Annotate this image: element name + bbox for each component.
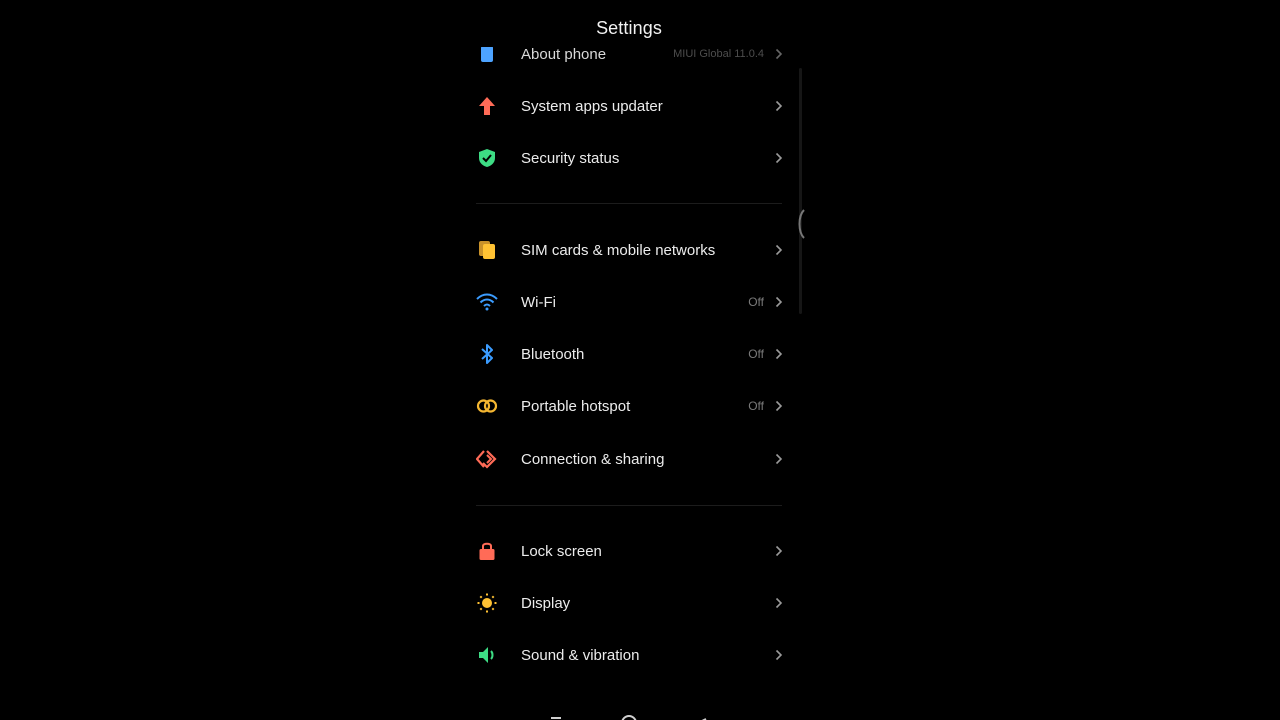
settings-item-label: Portable hotspot bbox=[521, 397, 631, 415]
section-divider bbox=[476, 203, 782, 204]
settings-item-label: Wi-Fi bbox=[521, 293, 556, 311]
settings-item-connection-sharing[interactable]: Connection & sharing bbox=[476, 439, 784, 479]
settings-item-bluetooth[interactable]: Bluetooth Off bbox=[476, 334, 784, 374]
section-divider bbox=[476, 505, 782, 506]
hotspot-icon bbox=[476, 395, 498, 417]
settings-item-label: SIM cards & mobile networks bbox=[521, 241, 716, 259]
chevron-right-icon bbox=[774, 151, 784, 165]
settings-item-value: Off bbox=[748, 347, 764, 361]
navigation-bar bbox=[448, 708, 808, 720]
chevron-right-icon bbox=[774, 347, 784, 361]
chevron-right-icon bbox=[774, 452, 784, 466]
recents-button[interactable] bbox=[551, 717, 561, 719]
settings-item-label: About phone bbox=[521, 45, 607, 63]
chevron-right-icon bbox=[774, 243, 784, 257]
settings-screen: About phone MIUI Global 11.0.4 Settings … bbox=[448, 0, 808, 720]
arrow-up-icon bbox=[476, 95, 498, 117]
lock-icon bbox=[476, 540, 498, 562]
chevron-right-icon bbox=[774, 596, 784, 610]
settings-item-value: Off bbox=[748, 295, 764, 309]
settings-item-label: Display bbox=[521, 594, 571, 612]
shield-check-icon bbox=[476, 147, 498, 169]
chevron-right-icon bbox=[774, 399, 784, 413]
bluetooth-icon bbox=[476, 343, 498, 365]
settings-item-label: System apps updater bbox=[521, 97, 663, 115]
settings-item-display[interactable]: Display bbox=[476, 583, 784, 623]
settings-item-label: Bluetooth bbox=[521, 345, 585, 363]
speaker-icon bbox=[476, 644, 498, 666]
page-title: Settings bbox=[596, 18, 662, 38]
settings-item-value: MIUI Global 11.0.4 bbox=[673, 48, 764, 60]
chevron-right-icon bbox=[774, 47, 784, 61]
settings-item-portable-hotspot[interactable]: Portable hotspot Off bbox=[476, 386, 784, 426]
chevron-right-icon bbox=[774, 648, 784, 662]
chevron-right-icon bbox=[774, 544, 784, 558]
settings-item-label: Security status bbox=[521, 149, 620, 167]
sun-icon bbox=[476, 592, 498, 614]
connection-sharing-icon bbox=[476, 448, 498, 470]
wifi-icon bbox=[476, 291, 498, 313]
settings-item-lock-screen[interactable]: Lock screen bbox=[476, 531, 784, 571]
sim-card-icon bbox=[476, 239, 498, 261]
settings-item-value: Off bbox=[748, 399, 764, 413]
settings-item-label: Connection & sharing bbox=[521, 450, 665, 468]
scrollbar-handle[interactable] bbox=[796, 208, 806, 240]
settings-item-security-status[interactable]: Security status bbox=[476, 138, 784, 178]
chevron-right-icon bbox=[774, 295, 784, 309]
scrollbar-track[interactable] bbox=[799, 68, 802, 314]
settings-item-system-apps-updater[interactable]: System apps updater bbox=[476, 86, 784, 126]
home-button[interactable] bbox=[621, 715, 637, 720]
settings-item-label: Sound & vibration bbox=[521, 646, 640, 664]
settings-item-label: Lock screen bbox=[521, 542, 602, 560]
settings-item-sound-vibration[interactable]: Sound & vibration bbox=[476, 635, 784, 675]
settings-item-wifi[interactable]: Wi-Fi Off bbox=[476, 282, 784, 322]
settings-item-sim-cards[interactable]: SIM cards & mobile networks bbox=[476, 230, 784, 270]
chevron-right-icon bbox=[774, 99, 784, 113]
